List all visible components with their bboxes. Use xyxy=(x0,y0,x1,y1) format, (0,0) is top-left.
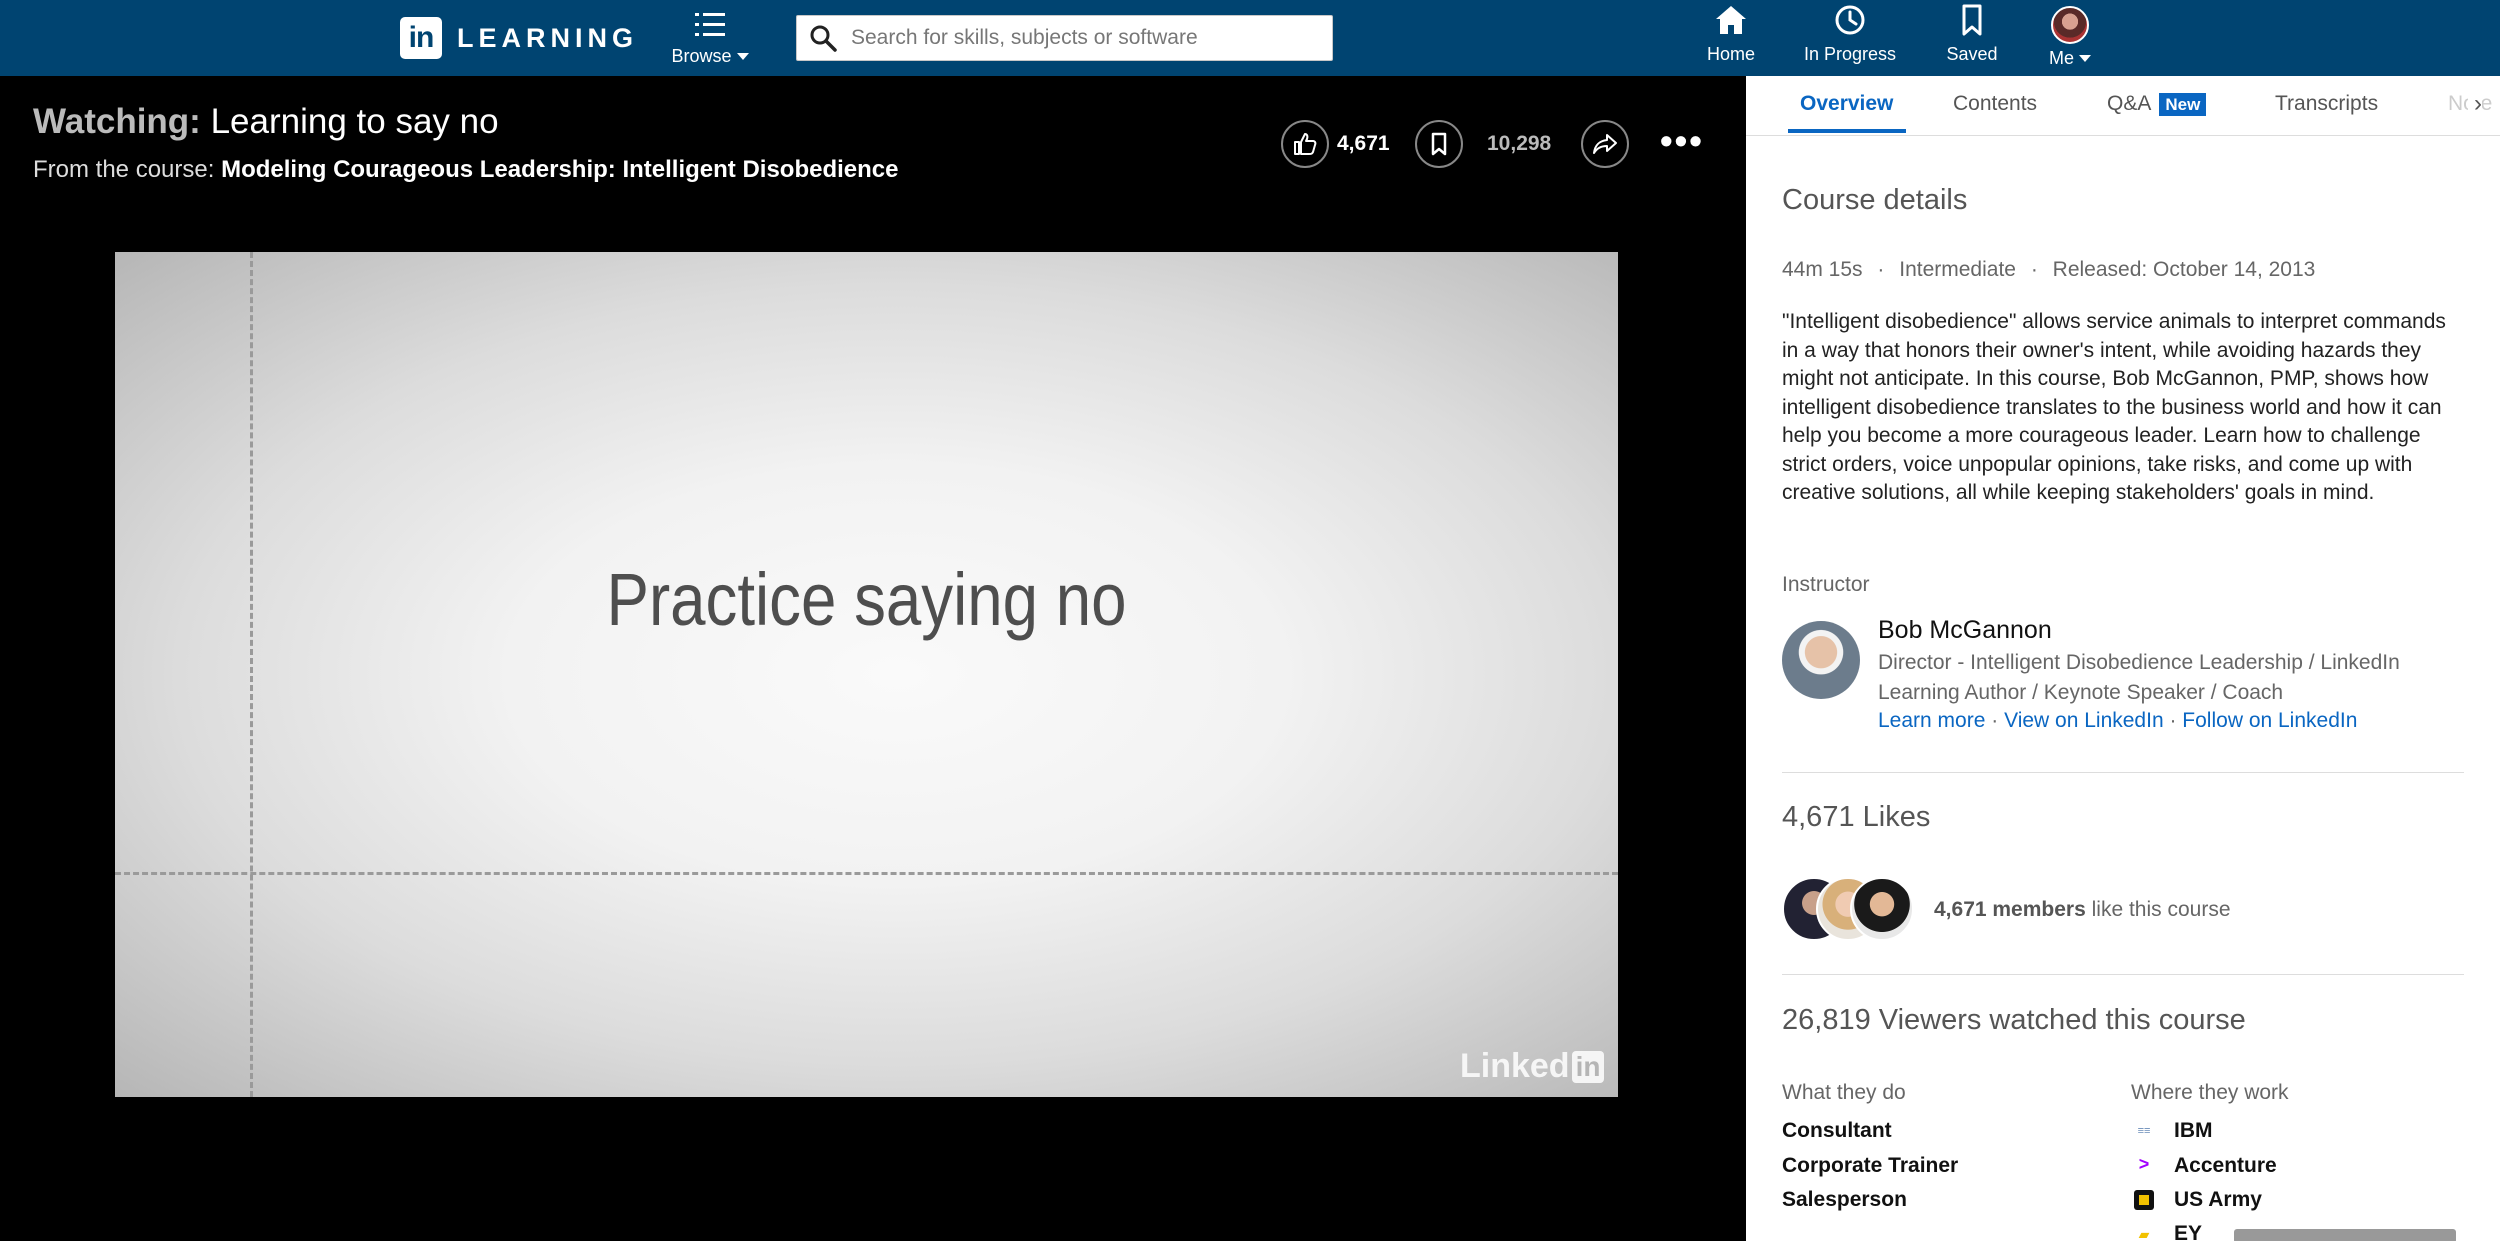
divider xyxy=(1782,974,2464,975)
from-course-prefix: From the course: xyxy=(33,156,215,183)
course-level: Intermediate xyxy=(1899,258,2016,281)
linkedin-watermark: Linked in xyxy=(1460,1047,1605,1086)
course-duration: 44m 15s xyxy=(1782,258,1863,281)
view-on-linkedin-link[interactable]: View on LinkedIn xyxy=(2004,709,2164,732)
linkedin-logo-icon: in xyxy=(400,17,442,59)
floating-toast-edge xyxy=(2234,1229,2456,1241)
role-item: Consultant xyxy=(1782,1119,1892,1142)
slide-guide-horizontal xyxy=(115,872,1618,875)
panel-tabs: Overview Contents Q&ANew Transcripts Not… xyxy=(1746,76,2500,136)
link-separator: · xyxy=(2163,709,2183,732)
logo-text: LEARNING xyxy=(457,22,638,53)
member-avatars xyxy=(1782,877,1922,943)
nav-in-progress-label: In Progress xyxy=(1803,44,1897,64)
instructor-label: Instructor xyxy=(1782,573,1870,596)
active-tab-indicator xyxy=(1788,129,1906,133)
instructor-role: Director - Intelligent Disobedience Lead… xyxy=(1878,651,2400,704)
video-player[interactable]: Practice saying no Linked in xyxy=(115,252,1618,1097)
course-description: "Intelligent disobedience" allows servic… xyxy=(1782,310,2446,504)
what-they-do-label: What they do xyxy=(1782,1081,1906,1104)
search-input[interactable] xyxy=(851,26,1311,50)
company-item: IBM xyxy=(2174,1119,2213,1142)
caret-down-icon xyxy=(736,53,749,60)
instructor-name[interactable]: Bob McGannon xyxy=(1878,616,2052,645)
likes-count: 4,671 xyxy=(1337,132,1390,155)
tab-qa-label: Q&A xyxy=(2107,92,2152,115)
home-icon xyxy=(1716,6,1746,34)
company-item: Accenture xyxy=(2174,1154,2277,1177)
more-options-icon[interactable]: ••• xyxy=(1660,123,1704,159)
thumbs-up-icon xyxy=(1294,133,1317,155)
new-badge: New xyxy=(2159,93,2207,116)
nav-saved-label: Saved xyxy=(1946,44,1998,64)
tabs-scroll-right-icon[interactable]: › xyxy=(2468,90,2482,118)
like-button[interactable] xyxy=(1281,120,1329,168)
tab-contents[interactable]: Contents xyxy=(1953,92,2037,116)
members-like-rest: like this course xyxy=(2085,898,2231,921)
video-title: Learning to say no xyxy=(210,102,499,141)
clock-icon xyxy=(1835,5,1865,35)
browse-menu-button[interactable]: Browse xyxy=(670,10,750,67)
us-army-logo-icon xyxy=(2134,1190,2154,1210)
search-box[interactable] xyxy=(796,15,1333,61)
accenture-logo-icon: > xyxy=(2138,1154,2150,1174)
course-details-title: Course details xyxy=(1782,184,1968,216)
search-icon xyxy=(810,25,837,52)
nav-me-menu[interactable]: Me xyxy=(2042,4,2098,69)
nav-home-label: Home xyxy=(1706,44,1755,64)
company-item: US Army xyxy=(2174,1188,2262,1211)
saved-count: 10,298 xyxy=(1487,132,1552,155)
instructor-avatar[interactable] xyxy=(1782,621,1860,699)
ey-logo-icon: ▰ xyxy=(2138,1226,2150,1241)
role-item: Salesperson xyxy=(1782,1188,1907,1211)
ibm-logo-icon: ≡≡ xyxy=(2137,1125,2151,1137)
watching-prefix: Watching: xyxy=(33,102,201,141)
watching-title: Watching: Learning to say no xyxy=(33,102,499,142)
slide-guide-vertical xyxy=(250,252,253,1097)
link-separator: · xyxy=(1985,709,2005,732)
divider xyxy=(1782,772,2464,773)
nav-saved[interactable]: Saved xyxy=(1942,4,2002,65)
instructor-links: Learn more · View on LinkedIn · Follow o… xyxy=(1878,709,2357,733)
course-released: Released: October 14, 2013 xyxy=(2052,258,2316,281)
role-item: Corporate Trainer xyxy=(1782,1154,1959,1177)
company-item: EY xyxy=(2174,1222,2203,1241)
nav-in-progress[interactable]: In Progress xyxy=(1800,4,1900,65)
learn-more-link[interactable]: Learn more xyxy=(1878,709,1985,732)
browse-label: Browse xyxy=(671,46,732,66)
tab-transcripts[interactable]: Transcripts xyxy=(2275,92,2378,116)
tab-qa[interactable]: Q&A New xyxy=(2107,92,2207,116)
likes-title: 4,671 Likes xyxy=(1782,801,1931,833)
course-side-panel: Overview Contents Q&ANew Transcripts Not… xyxy=(1746,76,2500,1241)
watermark-in-box: in xyxy=(1571,1050,1605,1083)
save-button[interactable] xyxy=(1415,120,1463,168)
members-like-count: 4,671 members xyxy=(1934,898,2086,921)
bookmark-icon xyxy=(1431,132,1447,156)
viewers-title: 26,819 Viewers watched this course xyxy=(1782,1004,2246,1036)
top-navigation-bar: in LEARNING Browse Home In Progress xyxy=(0,0,2500,76)
watermark-text: Linked xyxy=(1460,1047,1570,1085)
linkedin-learning-logo[interactable]: in LEARNING xyxy=(400,17,638,59)
meta-separator: · xyxy=(1877,258,1885,281)
from-course-line: From the course: Modeling Courageous Lea… xyxy=(33,156,899,184)
slide-text: Practice saying no xyxy=(606,558,1127,641)
members-like-text: 4,671 members like this course xyxy=(1934,898,2231,922)
caret-down-icon xyxy=(2079,55,2091,62)
user-avatar xyxy=(2051,6,2089,44)
bookmark-icon xyxy=(1962,4,1982,36)
member-avatar xyxy=(1850,877,1914,941)
nav-home[interactable]: Home xyxy=(1700,4,1762,65)
where-they-work-label: Where they work xyxy=(2131,1081,2289,1104)
course-meta: 44m 15s · Intermediate · Released: Octob… xyxy=(1782,258,2315,282)
meta-separator: · xyxy=(2030,258,2038,281)
share-icon xyxy=(1593,134,1617,154)
follow-on-linkedin-link[interactable]: Follow on LinkedIn xyxy=(2182,709,2357,732)
tab-overview[interactable]: Overview xyxy=(1800,92,1893,116)
course-name-link[interactable]: Modeling Courageous Leadership: Intellig… xyxy=(221,156,898,183)
list-icon xyxy=(695,13,725,36)
nav-me-label: Me xyxy=(2048,48,2074,68)
share-button[interactable] xyxy=(1581,120,1629,168)
